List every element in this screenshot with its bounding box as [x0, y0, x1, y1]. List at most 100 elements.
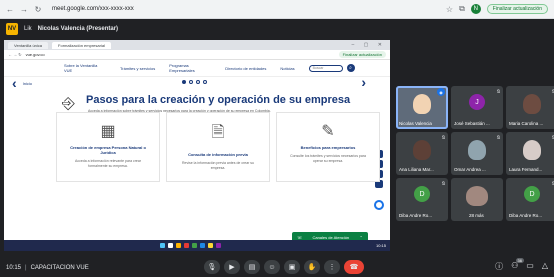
- inner-update-pill[interactable]: Finalizar actualización: [338, 51, 386, 58]
- participant-video: [468, 140, 486, 160]
- participant-name: Diba Andre Ro...: [399, 213, 433, 218]
- app-icon[interactable]: [216, 243, 221, 248]
- emoji-icon[interactable]: ☺: [264, 260, 280, 274]
- breadcrumb[interactable]: Inicio: [23, 81, 32, 86]
- raise-hand-icon[interactable]: ✋: [304, 260, 320, 274]
- app-icon[interactable]: [200, 243, 205, 248]
- nav-item[interactable]: Programas Empresariales: [169, 63, 211, 73]
- card[interactable]: ▦ Creación de empresa Persona Natural o …: [56, 112, 160, 182]
- search-icon[interactable]: ⌕: [346, 64, 355, 72]
- browser-toolbar: ← → ↻ meet.google.com/xxx-xxxx-xxx ☆ ⧉ N…: [0, 0, 554, 19]
- info-icon[interactable]: ⓘ: [495, 261, 503, 272]
- inner-nav-icon[interactable]: ← → ↻: [8, 52, 22, 57]
- mic-off-icon: ⍉: [496, 89, 500, 95]
- side-controls: ⓘ ⚇ ▭ △ 36: [495, 258, 548, 272]
- profile-avatar[interactable]: N: [470, 4, 481, 14]
- captions-icon[interactable]: ▤: [244, 260, 260, 274]
- card-title: Beneficios para empresarios: [300, 145, 356, 150]
- inner-address-row: ← → ↻ vue.gov.co Finalizar actualización: [4, 50, 390, 60]
- participant-name: Laura Fernand...: [509, 167, 543, 172]
- activities-icon[interactable]: △: [542, 261, 548, 272]
- participant-tile[interactable]: D ⍉ Diba Andre Ro...: [396, 178, 448, 221]
- participant-tile[interactable]: ⍉ Laura Fernand...: [506, 132, 554, 175]
- star-icon[interactable]: ☆: [446, 5, 453, 14]
- taskbar: 10:15: [4, 240, 390, 251]
- hero-title: Pasos para la creación y operación de su…: [86, 94, 351, 106]
- present-icon[interactable]: ▣: [284, 260, 300, 274]
- carousel-row: ‹ Inicio ›: [4, 74, 390, 91]
- meeting-bar: 10:15 | CAPACITACION VUE 🎙 ▶ ▤ ☺ ▣ ✋ ⋮ ☎…: [0, 258, 554, 277]
- app-icon[interactable]: [192, 243, 197, 248]
- carousel-dot[interactable]: [189, 80, 193, 84]
- camera-icon[interactable]: ▶: [224, 260, 240, 274]
- card-title: Consulta de información previa: [188, 152, 248, 157]
- update-pill[interactable]: Finalizar actualización: [486, 4, 548, 14]
- forward-icon[interactable]: →: [20, 5, 28, 14]
- nav-item[interactable]: Noticias: [280, 66, 294, 71]
- window-controls[interactable]: – ▢ ✕: [352, 42, 386, 48]
- mic-off-icon: ⍉: [441, 181, 445, 187]
- participant-avatar: D: [524, 186, 540, 202]
- participant-tile[interactable]: ⍉ Maria Carolina ...: [506, 86, 554, 129]
- nav-item[interactable]: Trámites y servicios: [120, 66, 155, 71]
- leave-call-icon[interactable]: ☎: [344, 260, 364, 274]
- card-title: Creación de empresa Persona Natural o Ju…: [70, 145, 146, 155]
- cards: ▦ Creación de empresa Persona Natural o …: [56, 112, 380, 182]
- more-participants: 28 más: [469, 213, 484, 218]
- search-taskbar-icon[interactable]: [168, 243, 173, 248]
- inner-tab-active[interactable]: Formalización empresarial: [52, 41, 111, 49]
- folder-icon[interactable]: [176, 243, 181, 248]
- carousel-dot[interactable]: [196, 80, 200, 84]
- building-icon: ▦: [100, 123, 116, 140]
- document-search-icon: 🗎: [211, 124, 225, 141]
- carousel-dot[interactable]: [203, 80, 207, 84]
- nav-item[interactable]: Sobre la Ventanilla VUE: [64, 63, 106, 73]
- mic-off-icon: ⍉: [441, 135, 445, 141]
- participant-name: Ana Liliana Mar...: [399, 167, 434, 172]
- participant-tile[interactable]: ⍉ Ana Liliana Mar...: [396, 132, 448, 175]
- chevron-right-icon[interactable]: ›: [361, 74, 366, 90]
- participant-name: Maria Carolina ...: [509, 121, 544, 126]
- app-icon[interactable]: [208, 243, 213, 248]
- participant-name: Omar Andrea ...: [454, 167, 486, 172]
- participant-avatar: J: [469, 94, 485, 110]
- participant-tile[interactable]: ⍉ Omar Andrea ...: [451, 132, 503, 175]
- carousel-dot[interactable]: [182, 80, 186, 84]
- steps-icon: ⎆: [62, 95, 75, 112]
- mic-icon[interactable]: 🎙: [204, 260, 220, 274]
- participant-avatar: D: [414, 186, 430, 202]
- card-description: Consulte los trámites y servicios necesa…: [290, 154, 366, 163]
- accessibility-toggle-icon[interactable]: [374, 200, 384, 210]
- more-options-icon[interactable]: ⋮: [324, 260, 340, 274]
- card[interactable]: ✎ Beneficios para empresarios Consulte l…: [276, 112, 380, 182]
- participant-video: [413, 94, 431, 114]
- card-description: Acceda a información relevante para crea…: [75, 159, 141, 168]
- inner-address[interactable]: vue.gov.co: [26, 52, 45, 57]
- participant-group-avatars: [466, 186, 488, 206]
- inner-tab[interactable]: Ventanilla única: [8, 41, 49, 49]
- participant-tile[interactable]: ◉ Nicolas Valencia: [396, 86, 448, 129]
- site-nav: Sobre la Ventanilla VUE Trámites y servi…: [4, 60, 390, 77]
- participant-name: Nicolas Valencia: [399, 121, 432, 126]
- speaking-icon: ◉: [437, 88, 445, 96]
- start-icon[interactable]: [160, 243, 165, 248]
- site-search-input[interactable]: Buscar: [308, 64, 343, 72]
- participant-name: Diba Andre Ro...: [509, 213, 543, 218]
- participant-tile[interactable]: J ⍉ José Sebastián ...: [451, 86, 503, 129]
- reload-icon[interactable]: ↻: [34, 5, 42, 14]
- app-icon[interactable]: [184, 243, 189, 248]
- back-icon[interactable]: ←: [6, 5, 14, 14]
- extensions-icon[interactable]: ⧉: [459, 4, 465, 14]
- card[interactable]: 🗎 Consulta de información previa Revise …: [166, 112, 270, 182]
- meet-header: NV Lik Nicolas Valencia (Presentar): [0, 19, 554, 38]
- chat-panel-icon[interactable]: ▭: [526, 261, 534, 272]
- taskbar-clock: 10:15: [376, 243, 387, 248]
- presenter-badge: NV: [6, 22, 18, 35]
- participant-tile-more[interactable]: 28 más: [451, 178, 503, 221]
- address-bar[interactable]: meet.google.com/xxx-xxxx-xxx: [52, 6, 134, 12]
- meeting-controls: 🎙 ▶ ▤ ☺ ▣ ✋ ⋮ ☎: [204, 260, 364, 274]
- presenter-prefix: Lik: [24, 25, 32, 32]
- participant-tile[interactable]: D ⍉ Diba Andre Ro...: [506, 178, 554, 221]
- participant-video: [413, 140, 431, 160]
- nav-item[interactable]: Directorio de entidades: [225, 66, 266, 71]
